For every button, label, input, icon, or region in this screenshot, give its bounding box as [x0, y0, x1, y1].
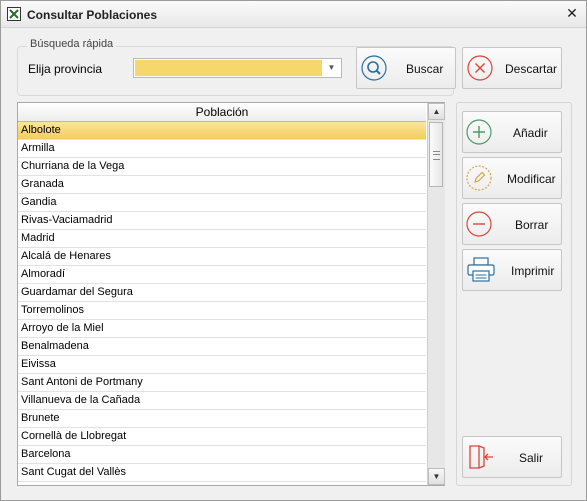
buscar-label: Buscar [406, 62, 444, 76]
minus-circle-icon [466, 211, 492, 237]
scroll-down-icon[interactable]: ▼ [428, 468, 445, 485]
scroll-up-icon[interactable]: ▲ [428, 103, 445, 120]
window-title: Consultar Poblaciones [27, 8, 158, 22]
poblaciones-grid[interactable]: Población Albolote Armilla Churriana de la… [17, 102, 445, 486]
modificar-button[interactable]: Modificar [462, 157, 562, 199]
table-row[interactable]: Alcalá de Henares [18, 248, 426, 266]
printer-icon [467, 257, 495, 282]
scroll-thumb[interactable] [429, 122, 443, 187]
borrar-label: Borrar [515, 218, 549, 232]
modificar-label: Modificar [507, 172, 556, 186]
table-row[interactable]: Churriana de la Vega [18, 158, 426, 176]
table-row[interactable]: Sant Antoni de Portmany [18, 374, 426, 392]
table-row[interactable]: Almoradí [18, 266, 426, 284]
window: Consultar Poblaciones ✕ Búsqueda rápida … [0, 0, 587, 501]
buscar-button[interactable]: Buscar [356, 47, 456, 89]
title-bar: Consultar Poblaciones ✕ [1, 1, 586, 28]
salir-button[interactable]: Salir [462, 436, 562, 478]
exit-door-icon [469, 445, 493, 469]
vertical-scrollbar[interactable]: ▲ ▼ [427, 103, 445, 485]
descartar-button[interactable]: Descartar [462, 47, 562, 89]
pencil-circle-icon [466, 165, 492, 191]
borrar-button[interactable]: Borrar [462, 203, 562, 245]
table-row[interactable]: Benalmadena [18, 338, 426, 356]
province-select[interactable]: ▼ [133, 58, 342, 78]
plus-circle-icon [466, 119, 492, 145]
grid-rows: Albolote Armilla Churriana de la Vega Grana… [18, 122, 426, 482]
column-header-poblacion[interactable]: Población [18, 103, 426, 122]
anadir-button[interactable]: Añadir [462, 111, 562, 153]
table-row[interactable]: Villanueva de la Cañada [18, 392, 426, 410]
imprimir-label: Imprimir [511, 264, 555, 278]
table-row[interactable]: Torremolinos [18, 302, 426, 320]
table-row[interactable]: Rivas-Vaciamadrid [18, 212, 426, 230]
magnifier-icon [361, 55, 387, 81]
table-row[interactable]: Barcelona [18, 446, 426, 464]
quick-search-legend: Búsqueda rápida [27, 38, 117, 50]
imprimir-button[interactable]: Imprimir [462, 249, 562, 291]
app-icon [7, 7, 21, 21]
salir-label: Salir [519, 451, 544, 465]
table-row[interactable]: Sant Cugat del Vallès [18, 464, 426, 482]
anadir-label: Añadir [513, 126, 548, 140]
table-row[interactable]: Cornellà de Llobregat [18, 428, 426, 446]
descartar-label: Descartar [505, 62, 558, 76]
chevron-down-icon[interactable]: ▼ [323, 60, 340, 76]
table-row[interactable]: Albolote [18, 122, 426, 140]
province-label: Elija provincia [28, 62, 103, 76]
table-row[interactable]: Guardamar del Segura [18, 284, 426, 302]
table-row[interactable]: Armilla [18, 140, 426, 158]
province-select-value [135, 60, 322, 76]
table-row[interactable]: Madrid [18, 230, 426, 248]
table-row[interactable]: Arroyo de la Miel [18, 320, 426, 338]
table-row[interactable]: Granada [18, 176, 426, 194]
x-circle-icon [467, 55, 493, 81]
table-row[interactable]: Gandia [18, 194, 426, 212]
grip-icon [433, 151, 440, 160]
table-row[interactable]: Brunete [18, 410, 426, 428]
table-row[interactable]: Eivissa [18, 356, 426, 374]
close-icon[interactable]: ✕ [564, 5, 580, 21]
